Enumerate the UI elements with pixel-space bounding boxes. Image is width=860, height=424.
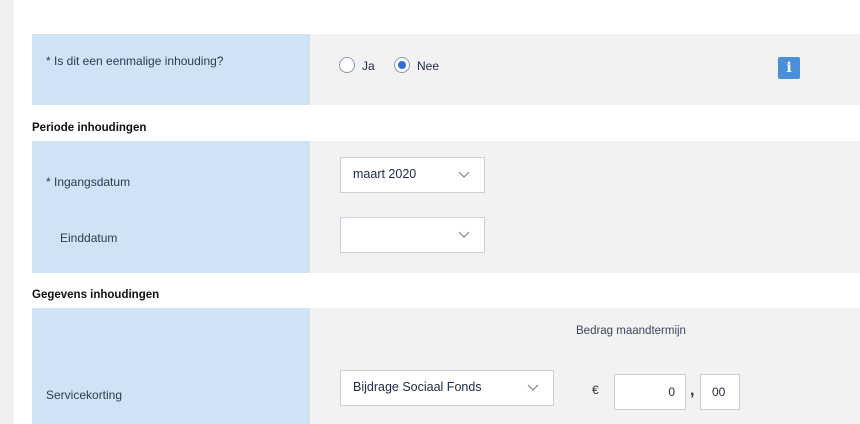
left-rail xyxy=(0,0,14,424)
fonds-select[interactable]: Bijdrage Sociaal Fonds xyxy=(340,370,554,406)
radio-nee-label[interactable]: Nee xyxy=(417,59,439,73)
row-gegevens: Servicekorting Bedrag maandtermijn Bijdr… xyxy=(32,308,860,424)
section-title-gegevens: Gegevens inhoudingen xyxy=(32,289,160,301)
label-cell: * Is dit een eenmalige inhouding? xyxy=(32,34,310,105)
ingangsdatum-select[interactable]: maart 2020 xyxy=(340,157,485,193)
row-periode: * Ingangsdatum Einddatum maart 2020 xyxy=(32,141,860,273)
radio-ja[interactable] xyxy=(339,57,355,73)
chevron-down-icon xyxy=(527,384,539,391)
label-cell: Servicekorting xyxy=(32,308,310,424)
eenmalig-label: * Is dit een eenmalige inhouding? xyxy=(46,54,224,68)
ingangsdatum-value: maart 2020 xyxy=(353,167,417,181)
label-cell: * Ingangsdatum Einddatum xyxy=(32,141,310,273)
servicekorting-label: Servicekorting xyxy=(46,388,123,402)
value-cell: maart 2020 xyxy=(310,141,860,273)
chevron-down-icon xyxy=(458,171,470,178)
fonds-value: Bijdrage Sociaal Fonds xyxy=(353,380,482,394)
einddatum-label: Einddatum xyxy=(60,231,118,245)
info-icon[interactable]: i xyxy=(778,57,800,79)
euro-sign: € xyxy=(592,383,599,397)
form-frame: * Is dit een eenmalige inhouding? Ja Nee… xyxy=(14,0,860,424)
row-eenmalig: * Is dit een eenmalige inhouding? Ja Nee… xyxy=(32,34,860,105)
radio-nee[interactable] xyxy=(394,57,410,73)
bedrag-cents-input[interactable]: 00 xyxy=(700,374,740,410)
ingangsdatum-label: * Ingangsdatum xyxy=(46,175,131,189)
value-cell: Bedrag maandtermijn Bijdrage Sociaal Fon… xyxy=(310,308,860,424)
decimal-separator: , xyxy=(690,382,695,399)
bedrag-maandtermijn-header: Bedrag maandtermijn xyxy=(576,325,686,337)
bedrag-euros-input[interactable]: 0 xyxy=(614,374,686,410)
section-title-periode: Periode inhoudingen xyxy=(32,122,147,134)
radio-ja-label[interactable]: Ja xyxy=(362,59,375,73)
value-cell: Ja Nee i xyxy=(310,34,860,105)
einddatum-select[interactable] xyxy=(340,217,485,253)
chevron-down-icon xyxy=(458,231,470,238)
